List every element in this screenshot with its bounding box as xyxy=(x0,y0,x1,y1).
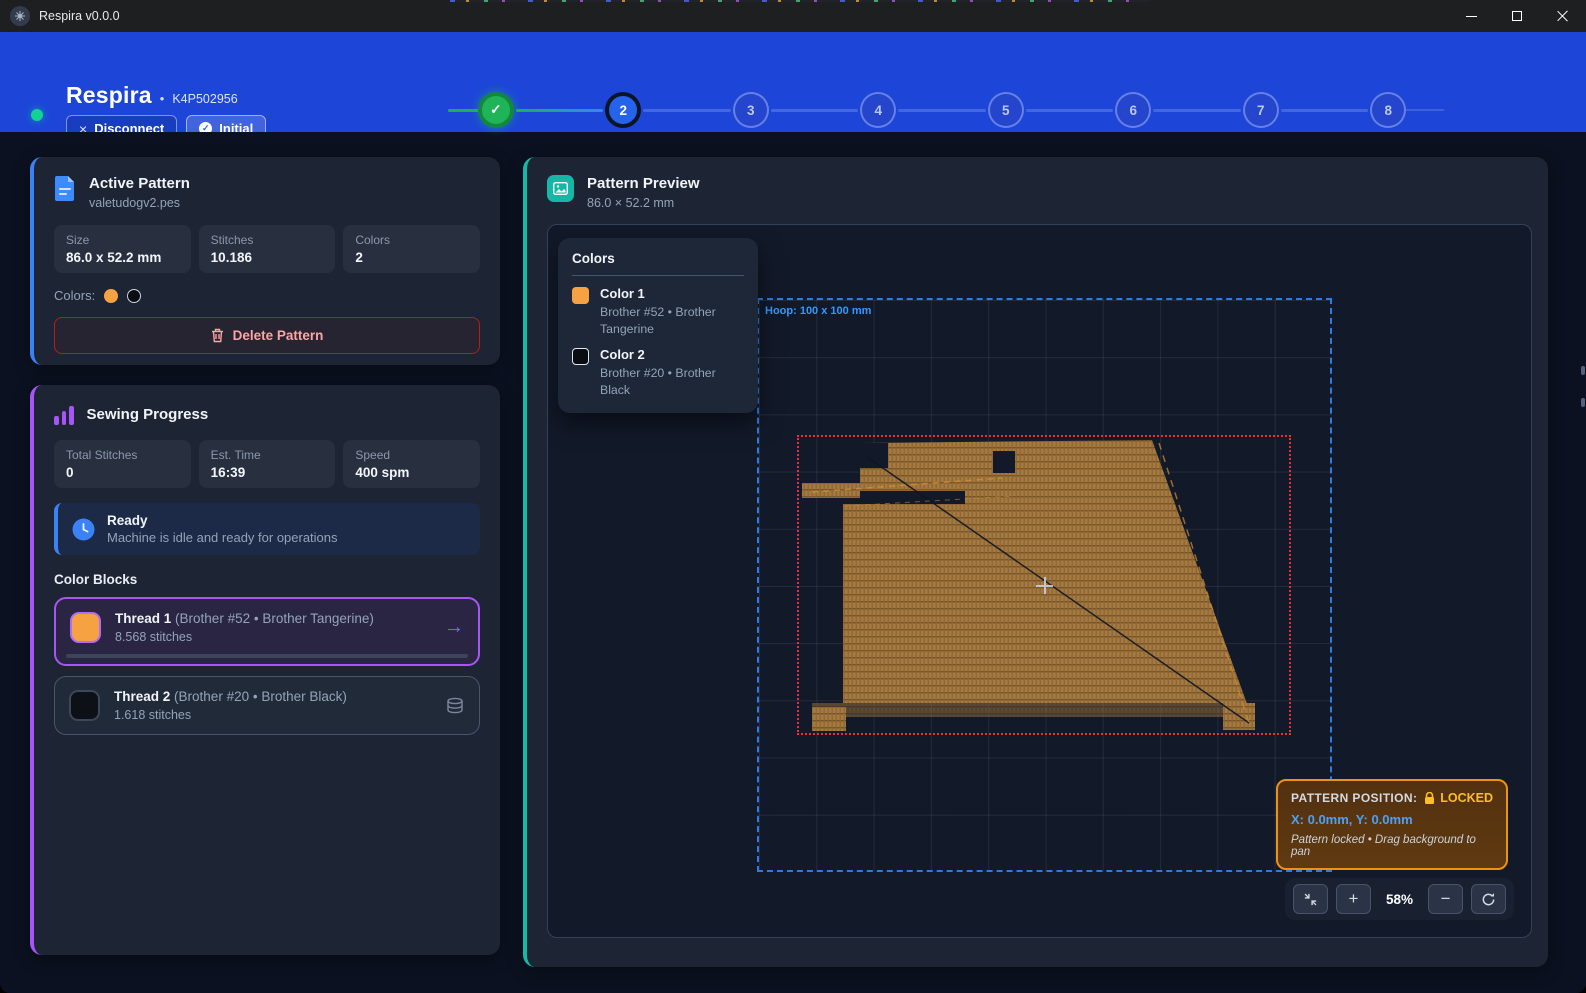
machine-status-banner: Ready Machine is idle and ready for oper… xyxy=(54,503,480,555)
stat-colors: Colors 2 xyxy=(343,225,480,273)
background-window-sliver xyxy=(450,0,1150,2)
refresh-icon xyxy=(1481,892,1496,907)
thread-1-block[interactable]: Thread 1 (Brother #52 • Brother Tangerin… xyxy=(54,597,480,666)
step-6-circle: 6 xyxy=(1115,92,1151,128)
active-pattern-title: Active Pattern xyxy=(89,175,190,192)
maximize-button[interactable] xyxy=(1494,0,1540,32)
color-blocks-heading: Color Blocks xyxy=(54,572,480,587)
bar-chart-icon xyxy=(54,405,74,425)
app-header: Respira • K4P502956 × Disconnect ✓ Initi… xyxy=(0,32,1586,132)
trash-icon xyxy=(211,328,224,343)
position-hint: Pattern locked • Drag background to pan xyxy=(1291,834,1493,858)
locked-badge[interactable]: LOCKED xyxy=(1424,791,1493,805)
app-icon xyxy=(10,6,30,26)
legend-swatch-2 xyxy=(572,348,589,365)
colors-legend: Colors Color 1 Brother #52 • Brother Tan… xyxy=(558,238,758,413)
legend-title: Colors xyxy=(572,251,744,266)
layers-icon xyxy=(445,697,465,715)
window-title: Respira v0.0.0 xyxy=(39,9,120,23)
pattern-position-overlay: PATTERN POSITION: LOCKED X: 0.0mm, Y: 0.… xyxy=(1276,779,1508,870)
legend-swatch-1 xyxy=(572,287,589,304)
close-button[interactable] xyxy=(1540,0,1586,32)
delete-pattern-label: Delete Pattern xyxy=(233,328,324,343)
reset-view-button[interactable] xyxy=(1471,884,1506,914)
fit-view-icon xyxy=(1303,892,1318,907)
plus-icon: + xyxy=(1349,889,1359,909)
position-label: PATTERN POSITION: xyxy=(1291,791,1417,805)
machine-serial: K4P502956 xyxy=(172,92,237,106)
thread-2-name: Thread 2 xyxy=(114,689,170,704)
step-3-circle: 3 xyxy=(733,92,769,128)
hoop-center-marker xyxy=(1036,577,1053,594)
step-1-circle: ✓ xyxy=(478,92,514,128)
thread-2-detail: (Brother #20 • Brother Black) xyxy=(174,689,347,704)
close-icon xyxy=(1557,10,1569,22)
thread-2-block[interactable]: Thread 2 (Brother #20 • Brother Black) 1… xyxy=(54,676,480,735)
stat-est-time: Est. Time 16:39 xyxy=(199,440,336,488)
legend-item-color-2: Color 2 Brother #20 • Brother Black xyxy=(572,347,744,398)
colors-label: Colors: xyxy=(54,288,95,303)
sewing-progress-title: Sewing Progress xyxy=(87,406,209,423)
maximize-icon xyxy=(1512,11,1522,21)
scrollbar-hint-top[interactable] xyxy=(1581,366,1585,375)
minimize-button[interactable] xyxy=(1448,0,1494,32)
active-pattern-card: Active Pattern valetudogv2.pes Size 86.0… xyxy=(30,157,500,365)
thread-2-swatch xyxy=(69,690,100,721)
check-icon: ✓ xyxy=(490,102,501,118)
zoom-in-button[interactable]: + xyxy=(1336,884,1371,914)
stat-stitches: Stitches 10.186 xyxy=(199,225,336,273)
minimize-icon xyxy=(1466,16,1477,17)
fit-view-button[interactable] xyxy=(1293,884,1328,914)
app-window: Respira v0.0.0 Respira • K4P502956 × Dis… xyxy=(0,0,1586,993)
pattern-dimensions: 86.0 × 52.2 mm xyxy=(587,196,700,210)
delete-pattern-button[interactable]: Delete Pattern xyxy=(54,317,480,354)
step-5-circle: 5 xyxy=(988,92,1024,128)
zoom-level: 58% xyxy=(1386,892,1413,907)
app-name: Respira xyxy=(66,82,152,109)
color-swatch-orange xyxy=(104,289,118,303)
stat-speed: Speed 400 spm xyxy=(343,440,480,488)
file-icon xyxy=(54,175,76,202)
sewing-progress-card: Sewing Progress Total Stitches 0 Est. Ti… xyxy=(30,385,500,955)
stat-total-stitches: Total Stitches 0 xyxy=(54,440,191,488)
pattern-filename: valetudogv2.pes xyxy=(89,196,190,210)
color-swatch-black xyxy=(127,289,141,303)
hoop-size-label: Hoop: 100 x 100 mm xyxy=(765,305,871,317)
thread-1-detail: (Brother #52 • Brother Tangerine) xyxy=(175,611,374,626)
minus-icon: − xyxy=(1441,889,1451,909)
stat-size: Size 86.0 x 52.2 mm xyxy=(54,225,191,273)
status-message: Machine is idle and ready for operations xyxy=(107,530,338,545)
position-coordinates: X: 0.0mm, Y: 0.0mm xyxy=(1291,812,1493,827)
pattern-preview-title: Pattern Preview xyxy=(587,175,700,192)
titlebar: Respira v0.0.0 xyxy=(0,0,1586,32)
step-4-circle: 4 xyxy=(860,92,896,128)
thread-2-stitches: 1.618 stitches xyxy=(114,708,347,722)
clock-icon xyxy=(72,518,95,541)
legend-item-color-1: Color 1 Brother #52 • Brother Tangerine xyxy=(572,286,744,337)
status-title: Ready xyxy=(107,513,338,528)
step-7-circle: 7 xyxy=(1243,92,1279,128)
zoom-toolbar: + 58% − xyxy=(1285,878,1514,920)
connection-status-dot xyxy=(31,109,43,121)
preview-canvas[interactable]: Colors Color 1 Brother #52 • Brother Tan… xyxy=(547,224,1532,938)
main-content: Active Pattern valetudogv2.pes Size 86.0… xyxy=(0,132,1586,993)
thread-1-progress-bar xyxy=(66,654,468,658)
step-8-circle: 8 xyxy=(1370,92,1406,128)
thread-1-name: Thread 1 xyxy=(115,611,171,626)
scrollbar-hint-bottom[interactable] xyxy=(1581,398,1585,407)
step-2-circle: 2 xyxy=(605,92,641,128)
thread-1-arrow-icon[interactable]: → xyxy=(444,616,464,639)
bullet-separator: • xyxy=(160,91,165,106)
image-icon xyxy=(547,175,574,202)
pattern-preview-card: Pattern Preview 86.0 × 52.2 mm Colors Co… xyxy=(523,157,1548,967)
zoom-out-button[interactable]: − xyxy=(1428,884,1463,914)
thread-1-stitches: 8.568 stitches xyxy=(115,630,374,644)
thread-1-swatch xyxy=(70,612,101,643)
lock-icon xyxy=(1424,792,1435,805)
